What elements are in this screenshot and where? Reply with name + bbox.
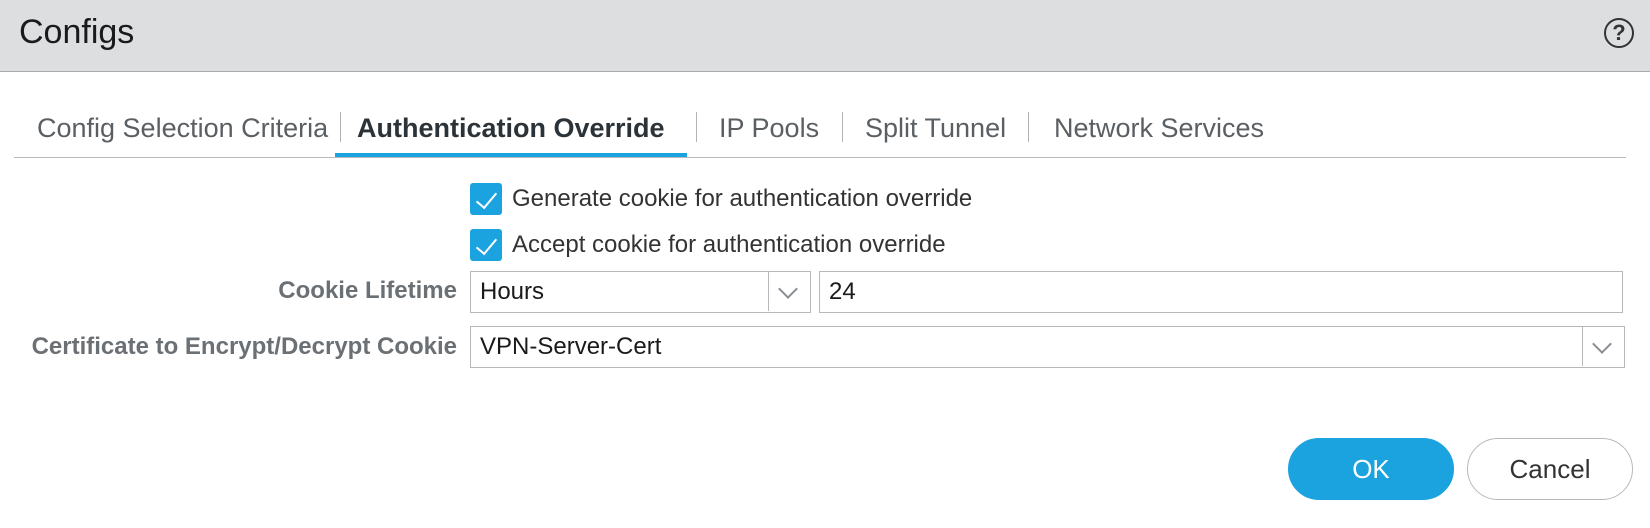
dialog-titlebar: Configs ? [0,0,1650,72]
ok-button[interactable]: OK [1288,438,1454,500]
certificate-label: Certificate to Encrypt/Decrypt Cookie [31,333,457,360]
help-icon[interactable]: ? [1604,18,1634,48]
tab-authentication-override[interactable]: Authentication Override [335,100,687,157]
configs-dialog: Configs ? Config Selection Criteria Auth… [0,0,1650,528]
cancel-button[interactable]: Cancel [1467,438,1633,500]
tab-ip-pools[interactable]: IP Pools [719,100,819,157]
generate-cookie-row: Generate cookie for authentication overr… [470,182,972,216]
cookie-lifetime-value-input[interactable]: 24 [819,271,1623,313]
generate-cookie-checkbox[interactable] [470,183,502,215]
tab-split-tunnel[interactable]: Split Tunnel [865,100,1006,157]
certificate-select[interactable]: VPN-Server-Cert [470,326,1625,368]
check-icon [475,186,498,210]
accept-cookie-row: Accept cookie for authentication overrid… [470,228,946,262]
tab-separator [696,112,697,142]
tab-bar: Config Selection Criteria Authentication… [14,100,1626,158]
cookie-lifetime-label: Cookie Lifetime [278,277,457,304]
accept-cookie-checkbox[interactable] [470,229,502,261]
chevron-down-icon [1592,334,1612,354]
cookie-lifetime-unit-value: Hours [480,278,545,305]
dropdown-toggle[interactable] [768,272,810,311]
dropdown-toggle[interactable] [1582,327,1624,366]
dialog-title: Configs [19,13,135,51]
accept-cookie-label: Accept cookie for authentication overrid… [512,231,946,258]
check-icon [475,232,498,256]
tab-separator [842,112,843,142]
tab-separator [1028,112,1029,142]
cookie-lifetime-unit-select[interactable]: Hours [470,271,811,313]
certificate-value: VPN-Server-Cert [480,333,662,360]
chevron-down-icon [778,279,798,299]
tab-config-selection-criteria[interactable]: Config Selection Criteria [37,100,328,157]
tab-network-services[interactable]: Network Services [1054,100,1264,157]
generate-cookie-label: Generate cookie for authentication overr… [512,185,973,212]
